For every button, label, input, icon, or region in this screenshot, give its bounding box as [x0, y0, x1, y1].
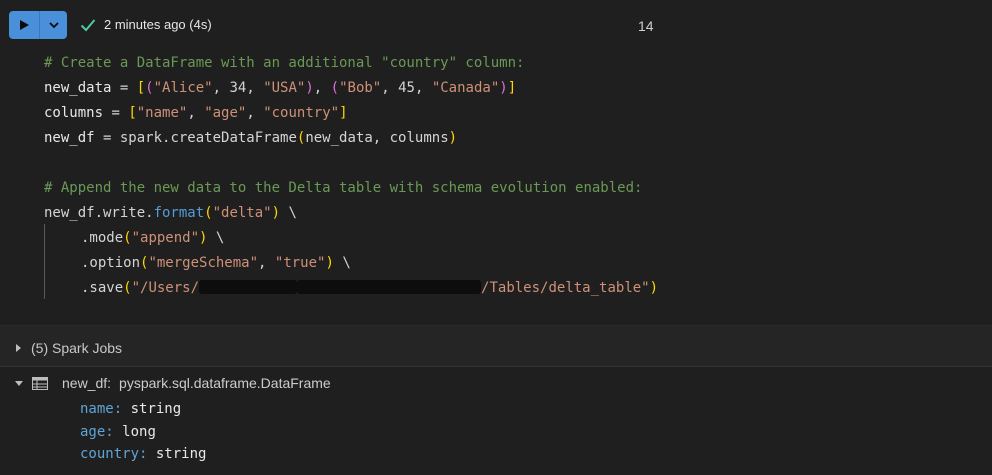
schema-key: country:	[80, 446, 148, 462]
code-token: "Canada"	[431, 80, 500, 96]
code-token: \	[333, 255, 351, 271]
code-token: "Alice"	[153, 80, 213, 96]
dataframe-name: new_df:	[62, 375, 112, 391]
code-line-3: columns = ["name", "age", "country"]	[44, 105, 348, 121]
dataframe-type: pyspark.sql.dataframe.DataFrame	[119, 375, 331, 391]
schema-key: age:	[80, 424, 114, 440]
cell-number: 14	[638, 18, 654, 34]
code-token: "/Users/	[131, 280, 200, 296]
code-token: spark.createDataFrame	[119, 130, 297, 146]
cell-header: 2 minutes ago (4s) 14	[0, 0, 992, 50]
run-cell-button[interactable]	[9, 11, 39, 39]
checkmark-icon	[80, 18, 96, 31]
indent-guide	[44, 224, 45, 299]
code-token: format	[153, 205, 205, 221]
code-token: .mode	[81, 230, 124, 246]
code-token: "Bob"	[339, 80, 382, 96]
schema-type: long	[122, 424, 156, 440]
code-token: /Tables/delta_table"	[481, 280, 650, 296]
code-token: "country"	[263, 105, 340, 121]
code-line-1: # Create a DataFrame with an additional …	[44, 55, 525, 71]
run-button-group	[9, 11, 67, 39]
code-token: new_data, columns	[305, 130, 449, 146]
code-token: new_df	[44, 130, 95, 146]
schema-field: name: string	[80, 401, 181, 421]
redacted-path	[199, 280, 298, 294]
code-token: "true"	[274, 255, 326, 271]
code-line-9: .option("mergeSchema", "true") \	[81, 255, 351, 271]
code-editor[interactable]: # Create a DataFrame with an additional …	[0, 50, 992, 325]
code-line-8: .mode("append") \	[81, 230, 225, 246]
code-token: .save	[81, 280, 124, 296]
table-icon	[32, 376, 48, 390]
schema-type: string	[155, 446, 207, 462]
spark-jobs-label: (5) Spark Jobs	[31, 340, 123, 356]
result-panel: new_df: pyspark.sql.dataframe.DataFrame …	[0, 367, 992, 475]
code-line-7: new_df.write.format("delta") \	[44, 205, 297, 221]
code-token: columns	[44, 105, 104, 121]
code-line-4: new_df = spark.createDataFrame(new_data,…	[44, 130, 458, 146]
code-line-10: .save("/Users//Tables/delta_table")	[81, 280, 659, 296]
run-options-dropdown[interactable]	[39, 11, 67, 39]
code-token: 45	[398, 80, 415, 96]
code-token: new_data	[44, 80, 112, 96]
dataframe-header[interactable]: new_df: pyspark.sql.dataframe.DataFrame	[14, 375, 331, 391]
code-token: =	[111, 80, 137, 96]
play-icon	[20, 20, 30, 30]
schema-key: name:	[80, 401, 123, 417]
code-token: "name"	[136, 105, 188, 121]
code-token: \	[280, 205, 297, 221]
caret-down-icon	[15, 380, 23, 386]
code-line-2: new_data = [("Alice", 34, "USA"), ("Bob"…	[44, 80, 517, 96]
schema-field: age: long	[80, 424, 156, 444]
execution-status: 2 minutes ago (4s)	[80, 17, 212, 32]
chevron-down-icon	[49, 22, 59, 29]
code-token: "USA"	[263, 80, 306, 96]
code-token: \	[207, 230, 225, 246]
caret-right-icon	[16, 344, 21, 352]
schema-field: country: string	[80, 446, 206, 466]
code-token: "mergeSchema"	[148, 255, 259, 271]
code-token: "age"	[204, 105, 247, 121]
redacted-path	[297, 280, 482, 294]
code-token: .option	[81, 255, 141, 271]
code-token: 34	[229, 80, 247, 96]
status-text: 2 minutes ago (4s)	[104, 17, 212, 32]
code-token: =	[94, 130, 120, 146]
code-token: "delta"	[212, 205, 272, 221]
schema-type: string	[130, 401, 182, 417]
code-token: new_df.write.	[44, 205, 154, 221]
code-token: "append"	[131, 230, 200, 246]
code-token: =	[103, 105, 129, 121]
spark-jobs-row[interactable]: (5) Spark Jobs	[0, 326, 992, 367]
code-line-6: # Append the new data to the Delta table…	[44, 180, 643, 196]
